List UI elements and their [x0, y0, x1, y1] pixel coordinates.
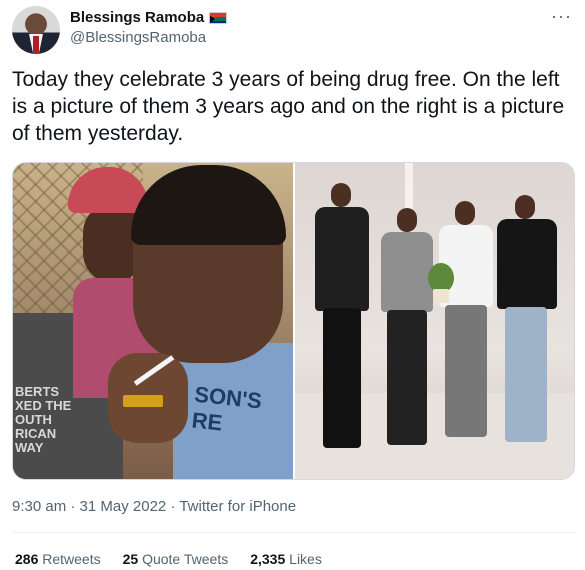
tweet-stats: 286 Retweets 25 Quote Tweets 2,335 Likes [15, 551, 322, 567]
quote-tweets-stat[interactable]: 25 Quote Tweets [123, 551, 229, 567]
tweet-date[interactable]: 31 May 2022 [80, 498, 167, 515]
before-photo[interactable]: BERTS XED THE OUTH RICAN WAY SON'S RE [13, 163, 293, 479]
tweet-media[interactable]: BERTS XED THE OUTH RICAN WAY SON'S RE [12, 162, 575, 480]
tweet-source[interactable]: Twitter for iPhone [179, 498, 296, 515]
after-photo[interactable] [295, 163, 574, 479]
likes-stat[interactable]: 2,335 Likes [250, 551, 322, 567]
retweets-stat[interactable]: 286 Retweets [15, 551, 101, 567]
author-handle[interactable]: @BlessingsRamoba [70, 28, 227, 48]
tweet-header: Blessings Ramoba @BlessingsRamoba ··· [12, 6, 572, 56]
avatar[interactable] [12, 6, 60, 54]
lighter [123, 395, 163, 407]
author-display-name[interactable]: Blessings Ramoba [70, 8, 204, 28]
retweets-count: 286 [15, 551, 39, 567]
retweets-label: Retweets [42, 551, 101, 567]
quotes-count: 25 [122, 551, 139, 567]
tweet-meta: 9:30 am · 31 May 2022 · Twitter for iPho… [12, 498, 296, 515]
more-options-icon[interactable]: ··· [551, 6, 572, 27]
meta-separator: · [166, 498, 180, 515]
main-hair [131, 165, 286, 245]
tweet-time[interactable]: 9:30 am [12, 498, 66, 515]
sign-text: BERTS XED THE OUTH RICAN WAY [15, 384, 72, 455]
tweet-text: Today they celebrate 3 years of being dr… [12, 68, 565, 145]
likes-label: Likes [289, 551, 322, 567]
meta-separator: · [66, 498, 80, 515]
quotes-label: Quote Tweets [142, 551, 229, 567]
plant-pot [433, 289, 449, 303]
likes-count: 2,335 [250, 551, 286, 567]
shirt-text: SON'S RE [190, 381, 264, 436]
avatar-tie [33, 36, 39, 54]
divider [12, 532, 575, 533]
south-africa-flag-icon [209, 12, 228, 24]
author-display-name-row[interactable]: Blessings Ramoba [70, 8, 228, 28]
author-names: Blessings Ramoba @BlessingsRamoba [70, 8, 228, 48]
